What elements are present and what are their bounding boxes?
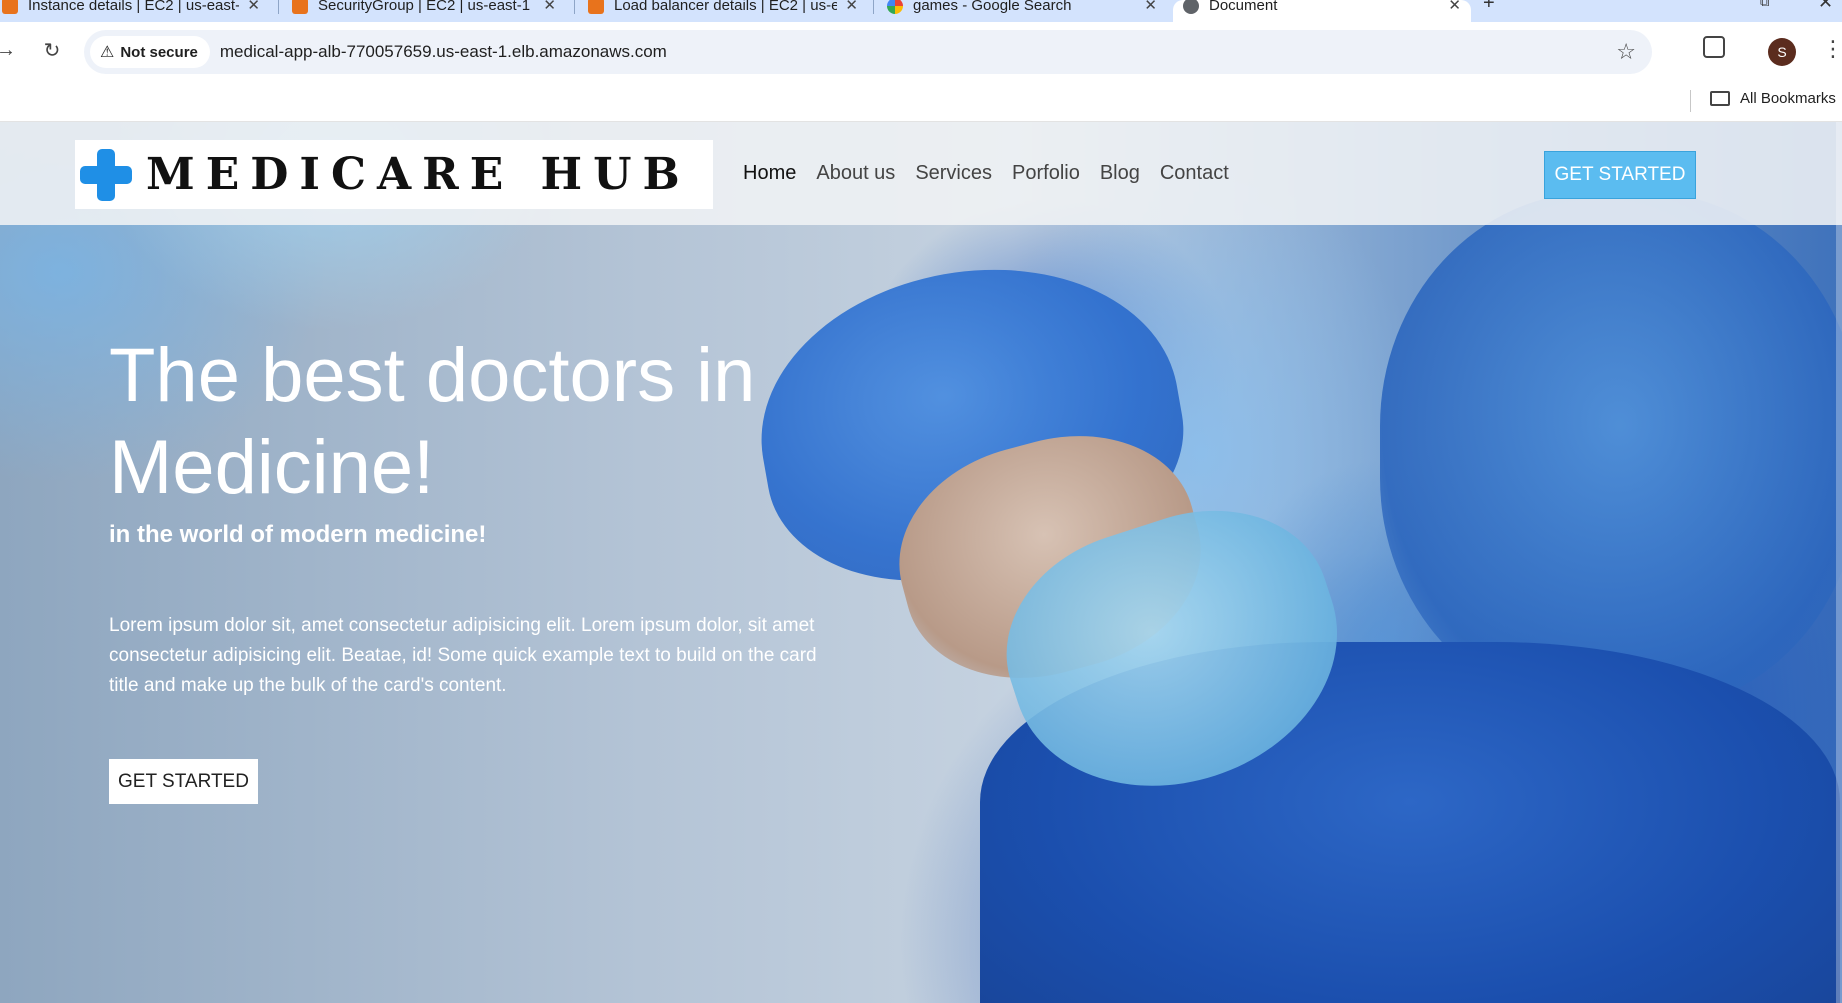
nav-services[interactable]: Services — [915, 162, 992, 185]
document-icon — [1183, 0, 1199, 14]
close-icon[interactable]: ✕ — [1448, 0, 1461, 14]
tab-divider — [873, 0, 874, 14]
forward-arrow-icon[interactable]: → — [0, 36, 20, 64]
hero-title-line2: Medicine! — [109, 425, 435, 510]
tab-title: Document — [1209, 0, 1278, 14]
header-get-started-button[interactable]: GET STARTED — [1544, 151, 1696, 199]
tab-divider — [574, 0, 575, 14]
window-close-icon[interactable]: ✕ — [1818, 0, 1833, 13]
tab-title: SecurityGroup | EC2 | us-east-1 — [318, 0, 531, 14]
hero-background-figure — [1380, 192, 1842, 712]
all-bookmarks-label: All Bookmarks — [1740, 90, 1836, 107]
browser-toolbar: → ↻ ⚠ Not secure medical-app-alb-7700576… — [0, 22, 1842, 84]
nav-blog[interactable]: Blog — [1100, 162, 1140, 185]
page-viewport: MEDICARE HUB Home About us Services Porf… — [0, 122, 1842, 1003]
nav-portfolio[interactable]: Porfolio — [1012, 162, 1080, 185]
reload-icon[interactable]: ↻ — [38, 36, 66, 64]
security-chip[interactable]: ⚠ Not secure — [90, 36, 210, 68]
logo-text: MEDICARE HUB — [146, 149, 691, 200]
close-icon[interactable]: ✕ — [845, 0, 858, 14]
aws-icon — [2, 0, 18, 14]
tab-title: Instance details | EC2 | us-east-1 — [28, 0, 240, 14]
nav-contact[interactable]: Contact — [1160, 162, 1229, 185]
tab-strip: Instance details | EC2 | us-east-1 ✕ Sec… — [0, 0, 1842, 22]
main-nav: Home About us Services Porfolio Blog Con… — [743, 162, 1249, 185]
bookmarks-divider — [1690, 90, 1691, 112]
menu-kebab-icon[interactable]: ⋮ — [1822, 36, 1842, 62]
folder-icon — [1710, 91, 1730, 106]
security-chip-label: Not secure — [120, 43, 198, 61]
site-logo[interactable]: MEDICARE HUB — [75, 140, 713, 209]
warning-triangle-icon: ⚠ — [100, 44, 115, 61]
tab-divider — [278, 0, 279, 14]
page-scrollbar[interactable] — [1836, 122, 1842, 1003]
hero-title-line1: The best doctors in — [109, 333, 756, 418]
tab-search-icon[interactable]: ⧉ — [1760, 0, 1769, 10]
tab-title: games - Google Search — [913, 0, 1072, 14]
address-bar[interactable]: ⚠ Not secure medical-app-alb-770057659.u… — [84, 30, 1652, 74]
extensions-icon[interactable] — [1703, 36, 1725, 58]
hero-body-text: Lorem ipsum dolor sit, amet consectetur … — [109, 615, 817, 696]
tab-load-balancer[interactable]: Load balancer details | EC2 | us-east-1 … — [578, 0, 868, 22]
tab-document[interactable]: Document ✕ — [1173, 0, 1471, 22]
site-header: MEDICARE HUB Home About us Services Porf… — [0, 122, 1842, 225]
close-icon[interactable]: ✕ — [543, 0, 556, 14]
tab-google-search[interactable]: games - Google Search ✕ — [877, 0, 1167, 22]
new-tab-button[interactable]: + — [1483, 0, 1495, 15]
bookmarks-bar: All Bookmarks — [0, 84, 1842, 122]
all-bookmarks-button[interactable]: All Bookmarks — [1710, 90, 1836, 107]
hero-get-started-button[interactable]: GET STARTED — [109, 759, 258, 804]
google-icon — [887, 0, 903, 14]
hero-subtitle: in the world of modern medicine! — [109, 521, 487, 548]
close-icon[interactable]: ✕ — [247, 0, 260, 14]
aws-icon — [588, 0, 604, 14]
close-icon[interactable]: ✕ — [1144, 0, 1157, 14]
tab-title: Load balancer details | EC2 | us-east-1 — [614, 0, 838, 14]
url-text[interactable]: medical-app-alb-770057659.us-east-1.elb.… — [220, 42, 667, 62]
medical-cross-icon — [78, 147, 134, 203]
aws-icon — [292, 0, 308, 14]
profile-avatar[interactable]: S — [1768, 38, 1796, 66]
tab-instance-details[interactable]: Instance details | EC2 | us-east-1 ✕ — [0, 0, 270, 22]
bookmark-star-icon[interactable]: ☆ — [1616, 39, 1636, 65]
tab-security-group[interactable]: SecurityGroup | EC2 | us-east-1 ✕ — [282, 0, 566, 22]
nav-about-us[interactable]: About us — [816, 162, 895, 185]
nav-home[interactable]: Home — [743, 162, 796, 185]
